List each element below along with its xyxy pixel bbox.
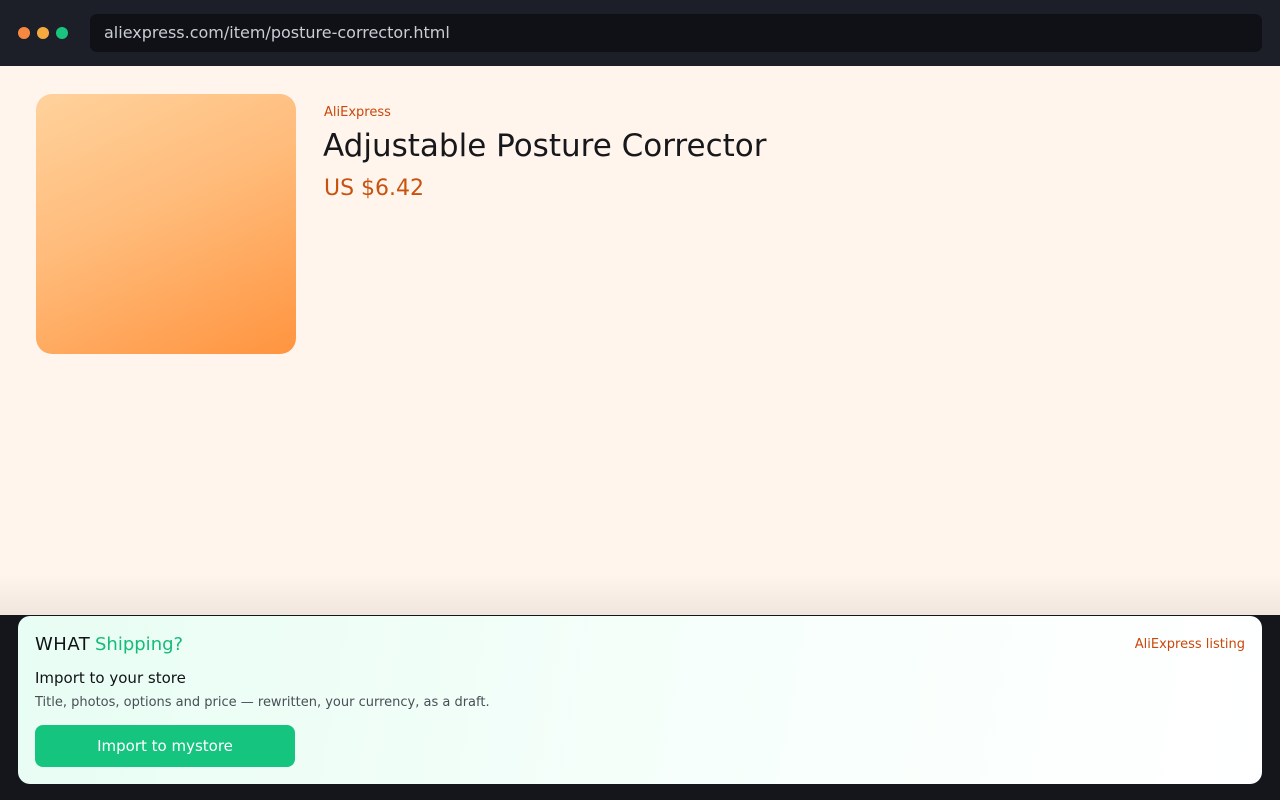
minimize-window-dot[interactable] [37, 27, 49, 39]
product-title: Adjustable Posture Corrector [323, 128, 767, 164]
close-window-dot[interactable] [18, 27, 30, 39]
import-button[interactable]: Import to mystore [35, 725, 295, 767]
brand-logo-primary: WHAT [35, 634, 91, 655]
address-bar[interactable]: aliexpress.com/item/posture-corrector.ht… [90, 14, 1262, 52]
product-price: US $6.42 [324, 176, 425, 201]
product-page: AliExpress Adjustable Posture Corrector … [0, 66, 1280, 615]
panel-heading: Import to your store [35, 669, 186, 687]
store-name[interactable]: AliExpress [324, 105, 391, 120]
panel-description: Title, photos, options and price — rewri… [35, 695, 490, 710]
import-panel: WHAT Shipping? AliExpress listing Import… [18, 616, 1262, 784]
browser-chrome: aliexpress.com/item/posture-corrector.ht… [0, 0, 1280, 66]
aliexpress-listing-link[interactable]: AliExpress listing [1135, 637, 1245, 652]
maximize-window-dot[interactable] [56, 27, 68, 39]
brand-logo-secondary: Shipping? [95, 634, 184, 655]
product-image[interactable] [36, 94, 296, 354]
